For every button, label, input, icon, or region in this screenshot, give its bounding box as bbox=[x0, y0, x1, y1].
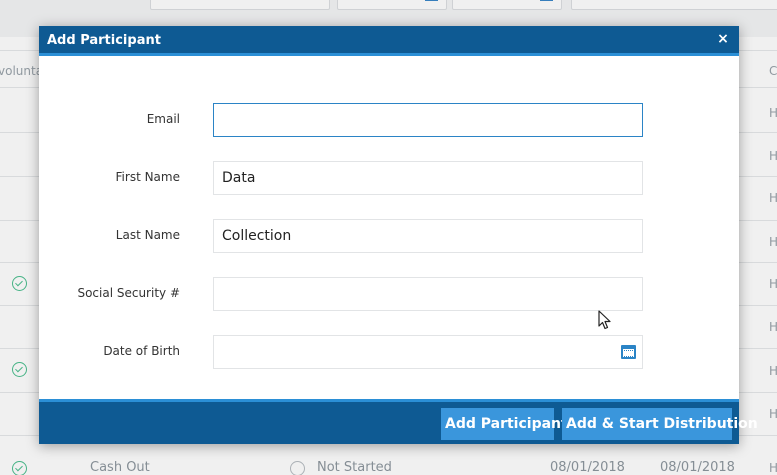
ssn-field[interactable] bbox=[213, 277, 643, 311]
last-name-field[interactable]: Collection bbox=[213, 219, 643, 253]
add-start-distribution-button[interactable]: Add & Start Distribution bbox=[562, 408, 758, 440]
first-name-field[interactable]: Data bbox=[213, 161, 643, 195]
dialog-header: Add Participant × bbox=[39, 26, 739, 56]
dialog-title: Add Participant bbox=[47, 33, 161, 48]
email-field[interactable] bbox=[213, 103, 643, 137]
last-name-label: Last Name bbox=[115, 228, 180, 242]
calendar-icon[interactable] bbox=[621, 345, 636, 359]
add-participant-button[interactable]: Add Participant bbox=[441, 408, 568, 440]
close-icon[interactable]: × bbox=[715, 31, 731, 47]
dob-label: Date of Birth bbox=[103, 344, 180, 358]
add-participant-dialog: Add Participant × Email First Name Data … bbox=[39, 26, 758, 444]
first-name-label: First Name bbox=[115, 170, 180, 184]
dob-field[interactable] bbox=[213, 335, 643, 369]
dialog-footer: Add Participant Add & Start Distribution bbox=[39, 399, 758, 444]
ssn-label: Social Security # bbox=[77, 286, 180, 300]
email-label: Email bbox=[146, 112, 180, 126]
